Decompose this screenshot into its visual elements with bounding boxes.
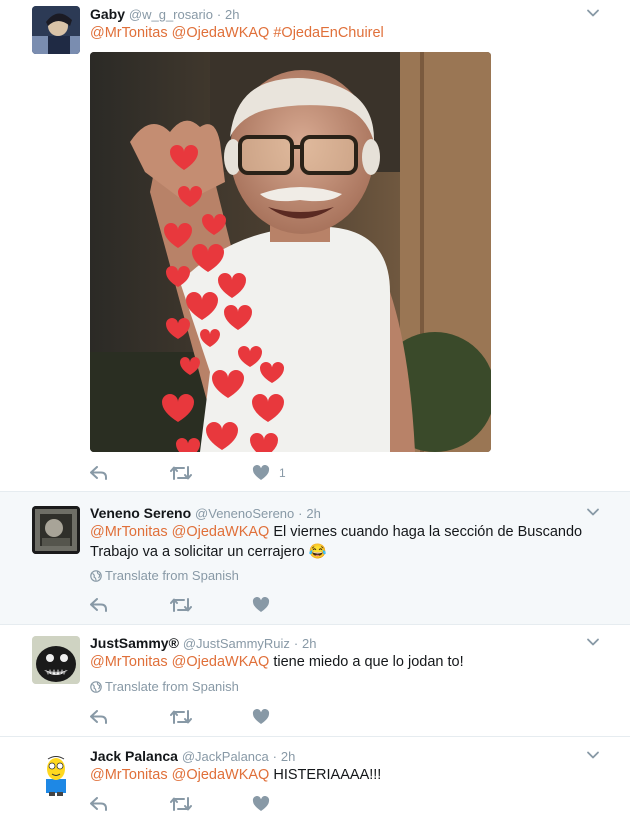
avatar[interactable] [32, 749, 80, 797]
heart-icon [252, 709, 270, 724]
heart-icon [252, 796, 270, 811]
separator-dot: · [293, 636, 299, 651]
retweet-icon [170, 797, 192, 811]
reply-icon [90, 598, 107, 612]
user-handle[interactable]: @JustSammyRuiz [183, 636, 290, 651]
retweet-button[interactable] [170, 794, 192, 814]
avatar[interactable] [32, 636, 80, 684]
reply-icon [90, 710, 107, 724]
globe-icon [90, 570, 102, 582]
display-name[interactable]: JustSammy® [90, 635, 179, 651]
mentions-link[interactable]: @MrTonitas @OjedaWKAQ [90, 654, 269, 670]
separator-dot: · [298, 506, 303, 521]
like-count: 1 [279, 466, 286, 480]
retweet-icon [170, 598, 192, 612]
reply-button[interactable] [90, 595, 108, 615]
retweet-button[interactable] [170, 463, 192, 483]
avatar[interactable] [32, 506, 80, 554]
tweet[interactable]: Veneno Sereno @VenenoSereno · 2h @MrToni… [0, 492, 630, 625]
retweet-button[interactable] [170, 595, 192, 615]
retweet-button[interactable] [170, 707, 192, 727]
display-name[interactable]: Jack Palanca [90, 748, 178, 764]
separator-dot: · [216, 7, 222, 22]
reply-icon [90, 466, 107, 480]
mentions-link[interactable]: @MrTonitas @OjedaWKAQ [90, 767, 269, 783]
translate-link[interactable]: Translate from Spanish [90, 568, 239, 584]
user-handle[interactable]: @w_g_rosario [129, 7, 213, 22]
like-button[interactable] [252, 707, 270, 727]
timestamp[interactable]: 2h [306, 506, 320, 521]
mentions-link[interactable]: @MrTonitas @OjedaWKAQ #OjedaEnChuirel [90, 25, 384, 41]
translate-link[interactable]: Translate from Spanish [90, 679, 239, 695]
tweet-text: @MrTonitas @OjedaWKAQ El viernes cuando … [90, 522, 590, 562]
like-button[interactable] [252, 595, 270, 615]
tweet-body: tiene miedo a que lo jodan to! [269, 654, 464, 670]
timestamp[interactable]: 2h [225, 7, 239, 22]
display-name[interactable]: Gaby [90, 6, 125, 22]
tweet-text: @MrTonitas @OjedaWKAQ HISTERIAAAA!!! [90, 765, 590, 785]
like-button[interactable]: 1 [252, 463, 286, 483]
tweet-body: HISTERIAAAA!!! [269, 767, 382, 783]
tweet[interactable]: Gaby @w_g_rosario · 2h @MrTonitas @Ojeda… [0, 0, 630, 492]
chevron-down-icon[interactable] [586, 6, 600, 20]
retweet-icon [170, 466, 192, 480]
timestamp[interactable]: 2h [302, 636, 316, 651]
avatar[interactable] [32, 6, 80, 54]
globe-icon [90, 681, 102, 693]
tweet-text: @MrTonitas @OjedaWKAQ tiene miedo a que … [90, 652, 590, 672]
display-name[interactable]: Veneno Sereno [90, 505, 191, 521]
chevron-down-icon[interactable] [586, 635, 600, 649]
translate-label[interactable]: Translate from Spanish [105, 679, 239, 694]
timestamp[interactable]: 2h [281, 749, 295, 764]
reply-button[interactable] [90, 463, 108, 483]
heart-icon [252, 597, 270, 612]
tweet[interactable]: Jack Palanca @JackPalanca · 2h @MrTonita… [0, 737, 630, 816]
tweet-photo[interactable] [90, 52, 491, 452]
chevron-down-icon[interactable] [586, 505, 600, 519]
retweet-icon [170, 710, 192, 724]
like-button[interactable] [252, 794, 270, 814]
separator-dot: · [272, 749, 277, 764]
mentions-link[interactable]: @MrTonitas @OjedaWKAQ [90, 524, 269, 540]
user-handle[interactable]: @VenenoSereno [195, 506, 294, 521]
reply-button[interactable] [90, 794, 108, 814]
reply-icon [90, 797, 107, 811]
chevron-down-icon[interactable] [586, 748, 600, 762]
tweet[interactable]: JustSammy® @JustSammyRuiz · 2h @MrTonita… [0, 625, 630, 737]
translate-label[interactable]: Translate from Spanish [105, 568, 239, 583]
reply-button[interactable] [90, 707, 108, 727]
user-handle[interactable]: @JackPalanca [182, 749, 269, 764]
heart-icon [252, 465, 270, 480]
